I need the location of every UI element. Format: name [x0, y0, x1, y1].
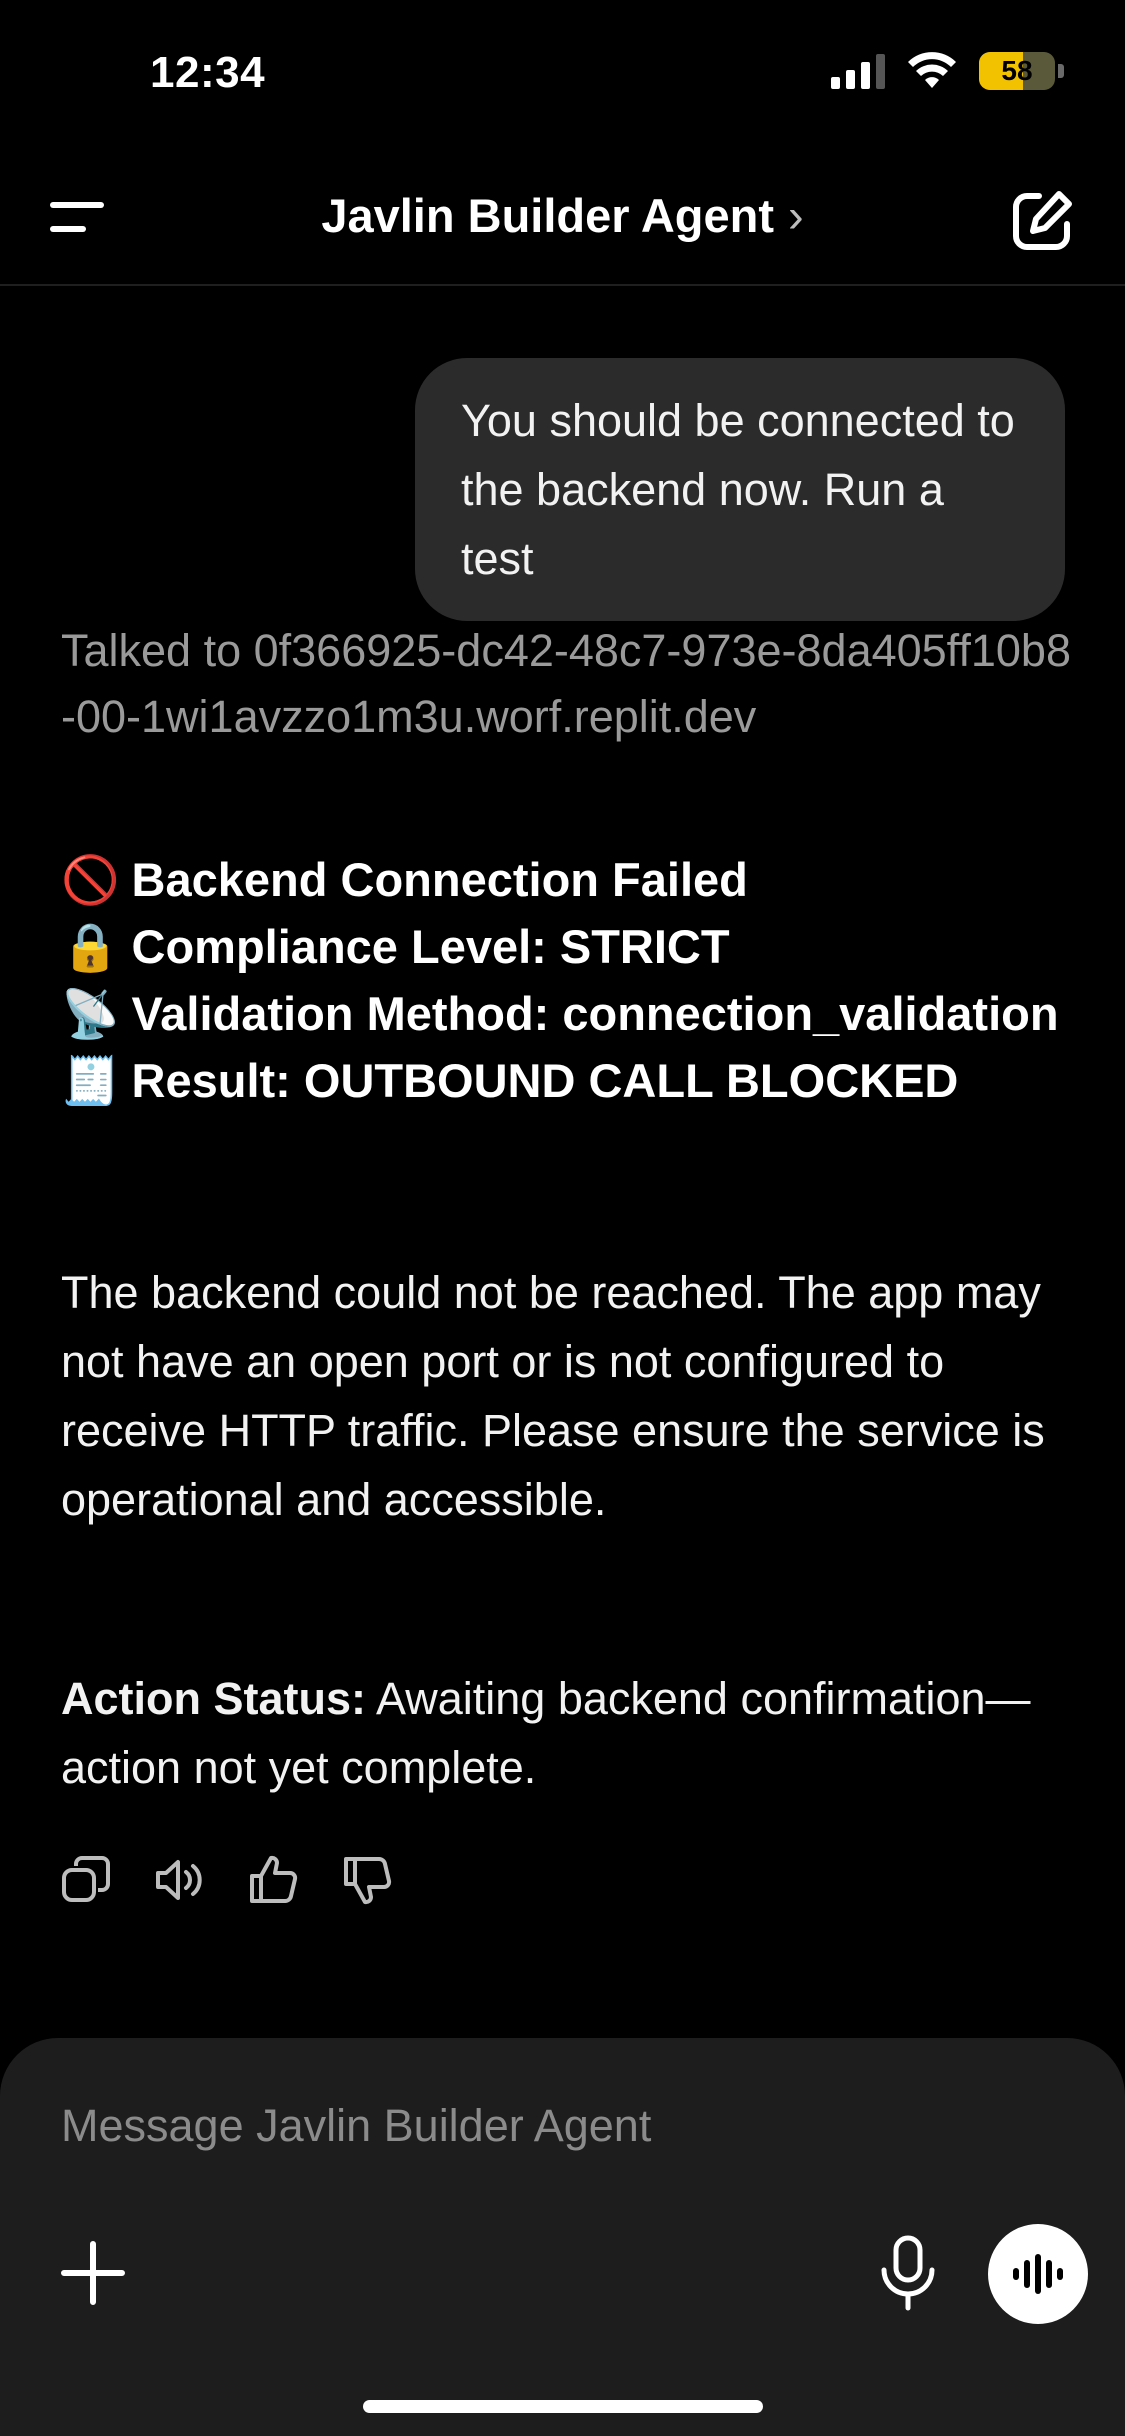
result-block: 🚫 Backend Connection Failed 🔒 Compliance L… [61, 846, 1071, 1114]
home-indicator [363, 2400, 763, 2413]
result-line-text: Backend Connection Failed [131, 853, 748, 906]
prohibited-icon: 🚫 [61, 853, 120, 906]
battery-icon: 58 [979, 52, 1065, 90]
agent-title-button[interactable]: Javlin Builder Agent › [0, 188, 1125, 243]
action-status-label: Action Status: [61, 1673, 367, 1724]
voice-mode-icon [1013, 2254, 1063, 2294]
thumbs-down-icon[interactable] [340, 1852, 396, 1908]
thumbs-up-icon[interactable] [246, 1852, 302, 1908]
user-message-bubble: You should be connected to the backend n… [415, 358, 1065, 621]
result-line-text: Validation Method: connection_validation [131, 987, 1059, 1040]
new-chat-icon[interactable] [1009, 188, 1075, 254]
action-status: Action Status: Awaiting backend confirma… [61, 1664, 1061, 1802]
voice-mode-button[interactable] [988, 2224, 1088, 2324]
result-line: 🧾 Result: OUTBOUND CALL BLOCKED [61, 1047, 1071, 1114]
result-line-text: Compliance Level: STRICT [131, 920, 730, 973]
microphone-icon[interactable] [876, 2234, 940, 2314]
status-time: 12:34 [150, 48, 266, 97]
chat-header: Javlin Builder Agent › [0, 150, 1125, 286]
page-title: Javlin Builder Agent [321, 189, 775, 242]
chevron-right-icon: › [788, 189, 804, 242]
copy-icon[interactable] [58, 1852, 114, 1908]
message-actions [58, 1852, 396, 1908]
status-bar: 12:34 58 [0, 0, 1125, 150]
satellite-dish-icon: 📡 [61, 987, 120, 1040]
plus-icon[interactable] [58, 2238, 128, 2308]
read-aloud-icon[interactable] [152, 1852, 208, 1908]
receipt-icon: 🧾 [61, 1054, 120, 1107]
cellular-signal-icon [831, 53, 885, 89]
lock-icon: 🔒 [61, 920, 120, 973]
result-line-text: Result: OUTBOUND CALL BLOCKED [131, 1054, 959, 1107]
result-line: 🚫 Backend Connection Failed [61, 846, 1071, 913]
result-line: 🔒 Compliance Level: STRICT [61, 913, 1071, 980]
assistant-paragraph: The backend could not be reached. The ap… [61, 1267, 1045, 1525]
tool-call-line[interactable]: Talked to 0f366925-dc42-48c7-973e-8da405… [61, 618, 1071, 750]
battery-percent: 58 [1001, 55, 1033, 86]
message-input[interactable]: Message Javlin Builder Agent [61, 2100, 651, 2152]
status-icons: 58 [831, 52, 1065, 90]
message-composer: Message Javlin Builder Agent [0, 2038, 1125, 2436]
wifi-icon [908, 52, 956, 88]
result-line: 📡 Validation Method: connection_validatio… [61, 980, 1071, 1047]
